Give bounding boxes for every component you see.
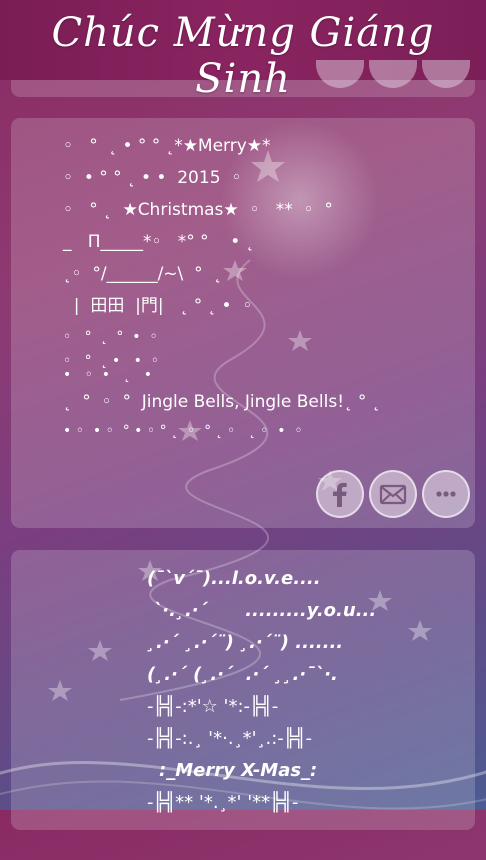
more-icon: [436, 491, 456, 497]
art-line: ◦ ° ˛ • • ◦: [63, 353, 159, 369]
art-line: ˛◦ °/______/~\ ° ˛: [63, 264, 222, 284]
ascii-art: (¯`v´¯)...l.o.v.e.... `·.¸.·´ .........y…: [11, 550, 475, 812]
art-line: (¸.·´ (¸.·´ .·´ ¸¸.·¯`·.: [147, 664, 338, 685]
art-line: ◦ • ° ° ˛ • • 2015 ◦: [63, 168, 242, 188]
art-line: :_Merry X-Mas_:: [159, 760, 318, 781]
art-line: (¯`v´¯)...l.o.v.e....: [147, 568, 321, 589]
art-line: -╠╣** '*.¸*' '**╠╣-: [147, 792, 299, 813]
art-line: _ Π_____*◦ *° ° • ˛: [63, 232, 255, 252]
art-line: `·.¸.·´ .........y.o.u...: [147, 600, 377, 621]
art-line: • ◦ • ˛ •: [63, 367, 152, 383]
art-line: ◦ ° ˛ ° • ◦: [63, 329, 158, 345]
more-options-button[interactable]: [422, 470, 470, 518]
art-line: • ◦ • ◦ ° • ◦ ° ˛ ◦ ° ˛ ◦ ˛ ◦ • ◦: [63, 423, 303, 439]
art-line: ◦ ° ˛ ★Christmas★ ◦ ** ◦ °: [63, 200, 333, 220]
facebook-icon: [333, 482, 347, 507]
message-card[interactable]: ◦ ° ˛ • ° ° ˛*★Merry★* ◦ • ° ° ˛ • • 201…: [11, 118, 475, 528]
art-line: ◦ ° ˛ • ° ° ˛*★Merry★*: [63, 136, 271, 156]
message-card[interactable]: (¯`v´¯)...l.o.v.e.... `·.¸.·´ .........y…: [11, 550, 475, 830]
art-line: ¸.·´ ¸.·´¨) ¸.·´¨) .......: [147, 632, 344, 653]
mail-icon: [379, 484, 407, 505]
art-line: | 田田 |門| ˛ ° ˛ • ◦: [63, 296, 253, 316]
art-line: -╠╣-:.¸ '*·.¸*'¸.:-╠╣-: [147, 728, 312, 749]
mail-share-button[interactable]: [369, 470, 417, 518]
art-line: -╠╣-:*'☆ '*:-╠╣-: [147, 696, 279, 717]
page-title: Chúc Mừng Giáng Sinh: [51, 10, 435, 102]
art-line: ˛ ° ◦ ° Jingle Bells, Jingle Bells!˛ ° ˛: [63, 392, 381, 412]
facebook-share-button[interactable]: [316, 470, 364, 518]
ascii-art: ◦ ° ˛ • ° ° ˛*★Merry★* ◦ • ° ° ˛ • • 201…: [11, 118, 475, 439]
